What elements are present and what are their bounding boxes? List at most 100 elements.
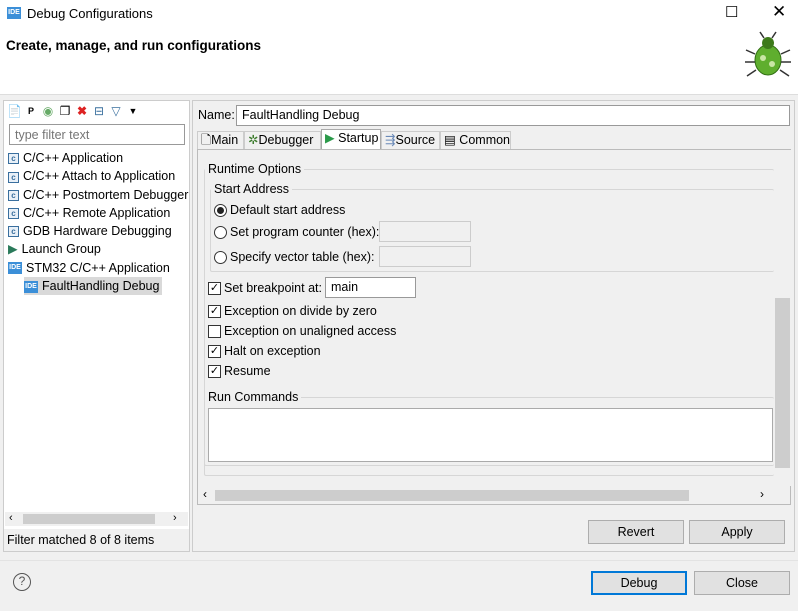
- tree-item-label: STM32 C/C++ Application: [26, 260, 170, 275]
- tree-item-label: C/C++ Application: [23, 151, 124, 165]
- help-icon[interactable]: ?: [13, 573, 31, 591]
- tree-item-cpp-postmortem[interactable]: c C/C++ Postmortem Debugger: [8, 186, 188, 204]
- tab-main[interactable]: 🗋Main: [197, 131, 244, 150]
- tab-startup[interactable]: ▶ Startup: [321, 129, 381, 150]
- scroll-right-icon[interactable]: ›: [760, 487, 764, 501]
- radio-default-start-address[interactable]: Default start address: [214, 203, 346, 218]
- exception-unaligned-access-checkbox[interactable]: Exception on unaligned access: [208, 324, 397, 339]
- collapse-all-icon[interactable]: ⊟: [92, 104, 106, 118]
- tree-item-stm32-application[interactable]: IDE STM32 C/C++ Application: [8, 259, 188, 277]
- breakpoint-input[interactable]: main: [325, 277, 416, 298]
- configuration-tree: c C/C++ Application c C/C++ Attach to Appl…: [8, 149, 188, 296]
- new-configuration-icon[interactable]: 📄: [7, 104, 22, 118]
- halt-on-exception-checkbox[interactable]: ✓ Halt on exception: [208, 344, 321, 359]
- tab-label: Source: [395, 133, 436, 147]
- exception-divide-by-zero-checkbox[interactable]: ✓ Exception on divide by zero: [208, 304, 377, 319]
- vector-table-input: [379, 246, 471, 267]
- tree-item-gdb-hardware[interactable]: c GDB Hardware Debugging: [8, 222, 188, 240]
- tree-item-label: C/C++ Remote Application: [23, 205, 171, 220]
- tree-item-label: Launch Group: [21, 242, 101, 257]
- radio-label: Specify vector table (hex):: [230, 250, 375, 264]
- delete-icon[interactable]: ✖: [75, 104, 89, 118]
- new-prototype-icon[interactable]: P: [24, 104, 38, 118]
- source-icon: ⇶: [385, 133, 396, 147]
- name-label: Name:: [198, 108, 235, 122]
- tab-source[interactable]: ⇶Source: [381, 131, 440, 150]
- radio-specify-vector-table[interactable]: Specify vector table (hex):: [214, 250, 375, 265]
- ide-icon: IDE: [8, 262, 22, 275]
- content-horizontal-scrollbar[interactable]: ‹ ›: [198, 487, 774, 503]
- c-icon: c: [8, 153, 19, 165]
- set-breakpoint-checkbox[interactable]: ✓ Set breakpoint at:: [208, 281, 322, 296]
- launch-group-icon: ▶: [8, 242, 18, 257]
- window-title: Debug Configurations: [27, 6, 153, 21]
- resume-checkbox[interactable]: ✓ Resume: [208, 364, 271, 379]
- bug-icon: [745, 31, 791, 77]
- filter-input[interactable]: [9, 124, 185, 145]
- dialog-header: Create, manage, and run configurations: [0, 28, 798, 95]
- configuration-tree-panel: 📄P◉❐✖⊟▽▼ c C/C++ Application c C/C++ Attac…: [3, 100, 190, 552]
- radio-unselected: [214, 226, 227, 240]
- checkbox-label: Halt on exception: [224, 344, 321, 358]
- revert-button[interactable]: Revert: [588, 520, 684, 544]
- checkbox-label: Resume: [224, 364, 271, 378]
- tab-label: Debugger: [258, 133, 314, 147]
- checkbox-label: Set breakpoint at:: [224, 281, 322, 295]
- startup-tab-content: Runtime Options Start Address Default st…: [197, 149, 791, 505]
- scrollbar-thumb[interactable]: [23, 514, 155, 524]
- run-commands-textarea[interactable]: [208, 408, 773, 462]
- checkbox-label: Exception on divide by zero: [224, 304, 377, 318]
- tree-item-launch-group[interactable]: ▶ Launch Group: [8, 240, 188, 258]
- app-icon: IDE: [7, 7, 21, 19]
- checkbox-checked: ✓: [208, 305, 221, 319]
- checkbox-label: Exception on unaligned access: [224, 324, 397, 338]
- tab-label: Startup: [338, 131, 379, 145]
- common-icon: ▤: [444, 133, 456, 147]
- tree-item-label: GDB Hardware Debugging: [23, 224, 172, 239]
- view-menu-icon[interactable]: ▼: [126, 104, 140, 118]
- maximize-button[interactable]: ☐: [725, 3, 738, 21]
- checkbox-checked: ✓: [208, 345, 221, 359]
- export-icon[interactable]: ◉: [41, 104, 55, 118]
- radio-label: Default start address: [230, 203, 346, 217]
- debug-button[interactable]: Debug: [591, 571, 687, 595]
- run-commands-heading: Run Commands: [208, 390, 299, 404]
- scrollbar-thumb[interactable]: [775, 298, 790, 468]
- tree-horizontal-scrollbar[interactable]: ‹ ›: [5, 512, 188, 526]
- close-window-button[interactable]: ✕: [772, 2, 786, 22]
- checkbox-checked: ✓: [208, 282, 221, 296]
- tree-item-cpp-remote[interactable]: c C/C++ Remote Application: [8, 204, 188, 222]
- content-vertical-scrollbar[interactable]: [774, 150, 791, 486]
- runtime-options-heading: Runtime Options: [208, 162, 302, 176]
- tab-debugger[interactable]: ✲Debugger: [244, 131, 321, 150]
- name-input[interactable]: FaultHandling Debug: [236, 105, 790, 126]
- filter-icon[interactable]: ▽: [109, 104, 123, 118]
- tree-item-cpp-attach[interactable]: c C/C++ Attach to Application: [8, 167, 188, 185]
- tree-toolbar: 📄 P ◉ ❐ ✖ ⊟ ▽ ▼: [7, 103, 143, 118]
- radio-label: Set program counter (hex):: [230, 225, 380, 239]
- footer-divider: [0, 560, 798, 561]
- scrollbar-thumb[interactable]: [215, 490, 689, 501]
- close-button[interactable]: Close: [694, 571, 790, 595]
- c-icon: c: [8, 189, 19, 201]
- ide-icon: IDE: [24, 280, 38, 293]
- c-icon: c: [8, 226, 19, 238]
- tab-label: Main: [211, 133, 239, 147]
- tree-item-faulthandling-debug[interactable]: IDE FaultHandling Debug: [8, 277, 188, 296]
- tree-item-cpp-application[interactable]: c C/C++ Application: [8, 149, 188, 167]
- radio-selected: [214, 204, 227, 218]
- apply-button[interactable]: Apply: [689, 520, 785, 544]
- startup-play-icon: ▶: [325, 131, 335, 145]
- tab-common[interactable]: ▤ Common: [440, 131, 511, 150]
- scroll-left-icon[interactable]: ‹: [203, 487, 207, 501]
- checkbox-unchecked: [208, 325, 221, 339]
- radio-set-program-counter[interactable]: Set program counter (hex):: [214, 225, 380, 240]
- scroll-left-icon[interactable]: ‹: [9, 512, 13, 524]
- c-icon: c: [8, 208, 19, 220]
- main-tab-icon: 🗋: [201, 133, 212, 147]
- duplicate-icon[interactable]: ❐: [58, 104, 72, 118]
- dialog-subtitle: Create, manage, and run configurations: [6, 38, 262, 53]
- radio-unselected: [214, 251, 227, 265]
- tree-item-label: C/C++ Attach to Application: [23, 169, 176, 184]
- scroll-right-icon[interactable]: ›: [173, 512, 177, 524]
